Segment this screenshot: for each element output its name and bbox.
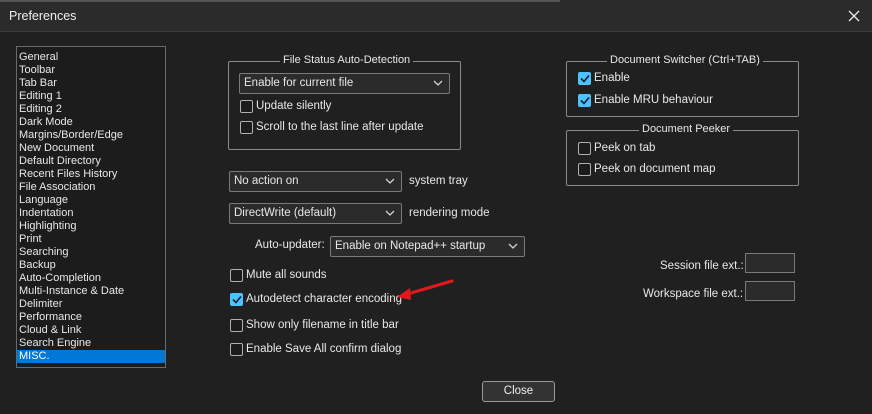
system-tray-dropdown[interactable]: No action on bbox=[229, 171, 402, 192]
system-tray-dropdown-value: No action on bbox=[234, 175, 299, 187]
rendering-mode-dropdown[interactable]: DirectWrite (default) bbox=[229, 203, 402, 224]
category-item[interactable]: Recent Files History bbox=[17, 168, 165, 181]
category-item[interactable]: Searching bbox=[17, 246, 165, 259]
category-item[interactable]: Multi-Instance & Date bbox=[17, 285, 165, 298]
peek-on-tab-label: Peek on tab bbox=[594, 142, 656, 154]
scroll-last-line-label: Scroll to the last line after update bbox=[256, 121, 424, 133]
chevron-down-icon bbox=[508, 243, 518, 249]
title-bar: Preferences bbox=[0, 0, 872, 32]
save-all-confirm-label: Enable Save All confirm dialog bbox=[246, 343, 402, 355]
category-item[interactable]: Default Directory bbox=[17, 155, 165, 168]
workspace-ext-input[interactable] bbox=[745, 281, 795, 301]
category-item[interactable]: Highlighting bbox=[17, 220, 165, 233]
category-item[interactable]: Print bbox=[17, 233, 165, 246]
window-close-button[interactable] bbox=[844, 6, 864, 26]
filename-title-label: Show only filename in title bar bbox=[246, 319, 399, 331]
category-item[interactable]: File Association bbox=[17, 181, 165, 194]
scroll-last-line-checkbox[interactable]: Scroll to the last line after update bbox=[240, 119, 424, 135]
document-switcher-group-label: Document Switcher (Ctrl+TAB) bbox=[607, 54, 763, 66]
mute-sounds-checkbox[interactable]: Mute all sounds bbox=[230, 267, 327, 283]
session-ext-input[interactable] bbox=[745, 253, 795, 273]
checkbox-box-checked bbox=[578, 71, 591, 85]
rendering-mode-label: rendering mode bbox=[409, 207, 490, 219]
file-status-dropdown-value: Enable for current file bbox=[244, 77, 354, 89]
document-peeker-group: Document Peeker bbox=[566, 123, 799, 186]
checkbox-box-checked bbox=[578, 93, 591, 107]
close-icon bbox=[848, 10, 860, 22]
window-title: Preferences bbox=[9, 9, 77, 23]
category-item[interactable]: Performance bbox=[17, 311, 165, 324]
category-item[interactable]: Toolbar bbox=[17, 64, 165, 77]
switcher-mru-label: Enable MRU behaviour bbox=[594, 94, 713, 106]
close-button[interactable]: Close bbox=[482, 381, 555, 402]
checkbox-box bbox=[240, 120, 253, 134]
auto-updater-dropdown-value: Enable on Notepad++ startup bbox=[335, 240, 486, 252]
chevron-down-icon bbox=[385, 210, 395, 216]
workspace-ext-label: Workspace file ext.: bbox=[643, 288, 744, 300]
red-arrow-annotation-icon bbox=[397, 279, 454, 300]
switcher-enable-checkbox[interactable]: Enable bbox=[578, 70, 630, 86]
switcher-enable-label: Enable bbox=[594, 72, 630, 84]
save-all-confirm-checkbox[interactable]: Enable Save All confirm dialog bbox=[230, 341, 401, 357]
peek-on-tab-checkbox[interactable]: Peek on tab bbox=[578, 140, 655, 156]
autodetect-encoding-checkbox[interactable]: Autodetect character encoding bbox=[230, 291, 402, 307]
category-item[interactable]: Editing 2 bbox=[17, 103, 165, 116]
background-window-strip bbox=[0, 0, 560, 2]
checkbox-box bbox=[578, 141, 591, 155]
chevron-down-icon bbox=[433, 80, 443, 86]
checkbox-box bbox=[230, 318, 243, 332]
category-list[interactable]: General Toolbar Tab Bar Editing 1 Editing 2D… bbox=[16, 46, 166, 368]
session-ext-label: Session file ext.: bbox=[660, 260, 744, 272]
category-item[interactable]: General bbox=[17, 51, 165, 64]
category-item[interactable]: Delimiter bbox=[17, 298, 165, 311]
checkbox-box bbox=[578, 162, 591, 176]
category-item[interactable]: Language bbox=[17, 194, 165, 207]
file-status-dropdown[interactable]: Enable for current file bbox=[239, 73, 450, 94]
autodetect-encoding-label: Autodetect character encoding bbox=[246, 293, 402, 305]
peek-on-map-label: Peek on document map bbox=[594, 163, 716, 175]
category-item[interactable]: Backup bbox=[17, 259, 165, 272]
category-item[interactable]: Cloud & Link bbox=[17, 324, 165, 337]
category-item[interactable]: Tab Bar bbox=[17, 77, 165, 90]
file-status-group-label: File Status Auto-Detection bbox=[280, 54, 414, 66]
system-tray-label: system tray bbox=[409, 175, 468, 187]
category-item[interactable]: Dark Mode bbox=[17, 116, 165, 129]
checkbox-box bbox=[230, 342, 243, 356]
category-item[interactable]: Margins/Border/Edge bbox=[17, 129, 165, 142]
mute-sounds-label: Mute all sounds bbox=[246, 269, 327, 281]
checkbox-box-checked bbox=[230, 292, 243, 306]
rendering-mode-dropdown-value: DirectWrite (default) bbox=[234, 207, 337, 219]
checkmark-icon bbox=[579, 96, 590, 105]
category-item[interactable]: Editing 1 bbox=[17, 90, 165, 103]
filename-title-checkbox[interactable]: Show only filename in title bar bbox=[230, 317, 399, 333]
peek-on-map-checkbox[interactable]: Peek on document map bbox=[578, 161, 715, 177]
checkbox-box bbox=[240, 99, 253, 113]
category-item[interactable]: Indentation bbox=[17, 207, 165, 220]
category-item[interactable]: MISC. bbox=[17, 350, 165, 363]
category-item[interactable]: Search Engine bbox=[17, 337, 165, 350]
checkmark-icon bbox=[231, 295, 242, 304]
auto-updater-dropdown[interactable]: Enable on Notepad++ startup bbox=[330, 236, 525, 257]
auto-updater-label: Auto-updater: bbox=[255, 239, 325, 251]
category-item[interactable]: New Document bbox=[17, 142, 165, 155]
checkbox-box bbox=[230, 268, 243, 282]
chevron-down-icon bbox=[385, 178, 395, 184]
category-item[interactable]: Auto-Completion bbox=[17, 272, 165, 285]
checkmark-icon bbox=[579, 74, 590, 83]
update-silently-checkbox[interactable]: Update silently bbox=[240, 98, 331, 114]
switcher-mru-checkbox[interactable]: Enable MRU behaviour bbox=[578, 92, 713, 108]
document-peeker-group-label: Document Peeker bbox=[639, 123, 734, 135]
update-silently-label: Update silently bbox=[256, 100, 332, 112]
